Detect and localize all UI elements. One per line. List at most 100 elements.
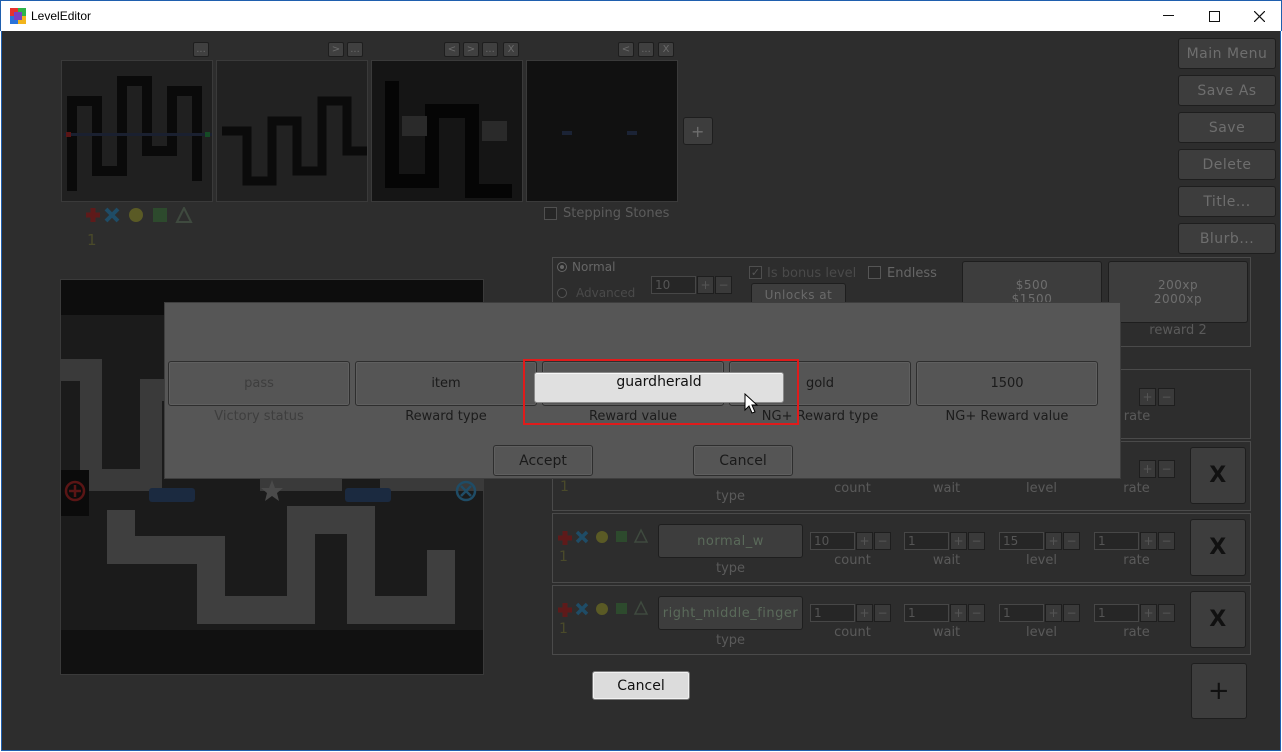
ng-reward-value-button[interactable]: 1500: [916, 361, 1098, 406]
add-wave-button[interactable]: +: [1191, 663, 1247, 719]
wave2-rate-caption: rate: [1123, 553, 1150, 568]
bottom-cancel-button[interactable]: Cancel: [592, 671, 690, 700]
level-thumbnail-2[interactable]: [216, 60, 368, 202]
wave3-count-minus[interactable]: −: [874, 604, 891, 622]
wave1-rate-caption: rate: [1123, 481, 1150, 496]
enemy-markers-icon: 1: [86, 205, 193, 249]
wave2-type-button[interactable]: normal_w: [658, 524, 803, 558]
wave3-rate-minus[interactable]: −: [1158, 604, 1175, 622]
maximize-icon: [1208, 10, 1220, 22]
is-bonus-label: Is bonus level: [767, 266, 857, 281]
thumb3-more-button[interactable]: ...: [482, 42, 498, 57]
victory-status-button[interactable]: pass: [168, 361, 350, 406]
level-thumbnail-1[interactable]: [61, 60, 213, 202]
dialog-cancel-button[interactable]: Cancel: [693, 445, 793, 476]
reward-2-button[interactable]: 200xp 2000xp: [1108, 261, 1248, 323]
endless-label: Endless: [887, 266, 937, 281]
endless-checkbox[interactable]: [868, 266, 881, 279]
wave3-count-caption: count: [834, 625, 871, 640]
wave2-level-plus[interactable]: +: [1045, 532, 1062, 550]
wave3-level-minus[interactable]: −: [1063, 604, 1080, 622]
reward-2-line1: 200xp: [1157, 278, 1199, 292]
thumb1-more-button[interactable]: ...: [193, 42, 209, 57]
remove-wave-3-button[interactable]: X: [1190, 591, 1246, 648]
thumb3-next-button[interactable]: >: [463, 42, 479, 57]
mode-normal-radio[interactable]: [557, 262, 567, 272]
level-thumbnail-3[interactable]: [371, 60, 523, 202]
wave3-rate-plus[interactable]: +: [1140, 604, 1157, 622]
thumb2-next-button[interactable]: >: [328, 42, 344, 57]
highlight-box: [523, 359, 799, 425]
title-button[interactable]: Title...: [1178, 186, 1276, 217]
stepping-stones-label: Stepping Stones: [563, 206, 670, 221]
wave0-rate-plus-button[interactable]: +: [1139, 388, 1156, 406]
remove-wave-2-button[interactable]: X: [1190, 519, 1246, 576]
wave2-wait-minus[interactable]: −: [968, 532, 985, 550]
enemy-icon-row: 1: [82, 205, 202, 253]
wave3-count-field[interactable]: 1: [810, 604, 855, 622]
svg-text:1: 1: [559, 621, 568, 636]
save-button[interactable]: Save: [1178, 112, 1276, 143]
wave3-type-caption: type: [715, 633, 746, 648]
dialog-accept-button[interactable]: Accept: [493, 445, 593, 476]
reward-type-label: Reward type: [405, 409, 487, 424]
thumb4-more-button[interactable]: ...: [638, 42, 654, 57]
wave2-rate-minus[interactable]: −: [1158, 532, 1175, 550]
wave2-wait-caption: wait: [932, 553, 961, 568]
wave3-rate-caption: rate: [1123, 625, 1150, 640]
level-thumbnail-4[interactable]: [526, 60, 678, 202]
wave2-count-minus[interactable]: −: [874, 532, 891, 550]
spin-plus-button[interactable]: +: [697, 276, 714, 294]
wave1-rate-plus-button[interactable]: +: [1139, 460, 1156, 478]
wave1-count-caption: count: [834, 481, 871, 496]
thumb4-delete-button[interactable]: X: [658, 42, 674, 57]
is-bonus-checkbox[interactable]: ✓: [749, 266, 762, 279]
wave2-rate-plus[interactable]: +: [1140, 532, 1157, 550]
wave1-rate-minus-button[interactable]: −: [1158, 460, 1175, 478]
wave3-wait-field[interactable]: 1: [904, 604, 949, 622]
close-window-button[interactable]: [1236, 1, 1282, 31]
wave3-count-plus[interactable]: +: [856, 604, 873, 622]
reward-2-caption: reward 2: [1149, 323, 1207, 338]
wave3-level-plus[interactable]: +: [1045, 604, 1062, 622]
thumb4-prev-button[interactable]: <: [618, 42, 634, 57]
spin-value-field[interactable]: 10: [651, 276, 696, 294]
wave3-level-field[interactable]: 1: [999, 604, 1044, 622]
maze-preview-2: [217, 61, 367, 201]
thumb2-more-button[interactable]: ...: [347, 42, 363, 57]
stepping-stones-checkbox[interactable]: [544, 207, 557, 220]
add-level-button[interactable]: +: [683, 117, 713, 145]
wave2-level-minus[interactable]: −: [1063, 532, 1080, 550]
editor-client-area: ... > ... < > ... X < ... X + Stepping S…: [1, 31, 1281, 751]
wave3-wait-plus[interactable]: +: [950, 604, 967, 622]
wave3-enemy-icons: 1: [558, 600, 649, 636]
maximize-button[interactable]: [1191, 1, 1237, 31]
save-as-button[interactable]: Save As: [1178, 75, 1276, 106]
wave2-count-field[interactable]: 10: [810, 532, 855, 550]
wave3-wait-minus[interactable]: −: [968, 604, 985, 622]
delete-button[interactable]: Delete: [1178, 149, 1276, 180]
wave3-type-button[interactable]: right_middle_finger: [658, 596, 803, 630]
mode-advanced-radio[interactable]: [557, 288, 567, 298]
spin-minus-button[interactable]: −: [715, 276, 732, 294]
minimize-button[interactable]: [1145, 1, 1191, 31]
minimize-icon: [1162, 15, 1174, 16]
remove-wave-1-button[interactable]: X: [1190, 447, 1246, 504]
wave2-count-plus[interactable]: +: [856, 532, 873, 550]
wave2-enemy-icons: 1: [558, 528, 649, 564]
wave0-rate-minus-button[interactable]: −: [1158, 388, 1175, 406]
reward-type-button[interactable]: item: [355, 361, 537, 406]
blurb-button[interactable]: Blurb...: [1178, 223, 1276, 254]
wave2-wait-plus[interactable]: +: [950, 532, 967, 550]
reward-2-line2: 2000xp: [1153, 292, 1203, 306]
thumb3-delete-button[interactable]: X: [503, 42, 519, 57]
wave2-level-field[interactable]: 15: [999, 532, 1044, 550]
mode-advanced-label: Advanced: [576, 286, 636, 300]
wave2-rate-field[interactable]: 1: [1094, 532, 1139, 550]
thumb3-prev-button[interactable]: <: [444, 42, 460, 57]
main-menu-button[interactable]: Main Menu: [1178, 38, 1276, 69]
wave2-count-caption: count: [834, 553, 871, 568]
wave3-rate-field[interactable]: 1: [1094, 604, 1139, 622]
maze-preview-3: [372, 61, 522, 201]
wave2-wait-field[interactable]: 1: [904, 532, 949, 550]
